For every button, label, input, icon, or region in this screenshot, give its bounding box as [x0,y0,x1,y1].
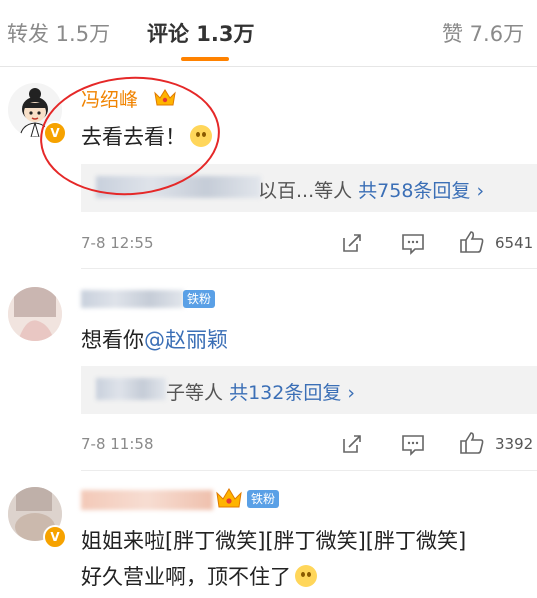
blurred-avatar-icon [8,287,62,341]
comment-text: 想看你@赵丽颖 [81,328,228,352]
thumbs-up-icon[interactable] [459,431,485,455]
blurred-username [81,490,213,510]
tab-repost[interactable]: 转发 1.5万 [7,18,110,48]
avatar[interactable] [8,287,62,341]
comment-text-line-1: 姐姐来啦[胖丁微笑][胖丁微笑][胖丁微笑] [81,529,467,553]
repost-icon[interactable] [341,433,363,455]
fan-badge: 铁粉 [183,290,216,308]
active-tab-indicator [181,57,229,61]
comment-icon[interactable] [401,233,425,255]
awkward-emoji-icon [295,565,317,587]
comment-time: 7-8 11:58 [81,435,154,453]
tab-like[interactable]: 赞 7.6万 [442,18,524,48]
like-count: 3392 [495,435,534,453]
like-count: 6541 [495,234,534,252]
verified-v-icon: V [43,525,67,549]
divider [81,470,537,471]
thumbs-up-icon[interactable] [459,230,485,254]
tab-comment[interactable]: 评论 1.3万 [147,18,255,48]
reply-count-link[interactable]: 共758条回复 › [358,180,484,202]
repost-icon[interactable] [341,232,363,254]
blurred-username [81,290,184,308]
comment-time: 7-8 12:55 [81,234,154,252]
divider [81,268,537,269]
tab-bar: 转发 1.5万 评论 1.3万 赞 7.6万 [0,0,537,67]
reply-preview[interactable]: 子等人 共132条回复 › [81,366,537,414]
comment-icon[interactable] [401,434,425,456]
reply-count-link[interactable]: 共132条回复 › [229,382,355,404]
mention-link[interactable]: @赵丽颖 [144,328,228,352]
fan-badge: 铁粉 [247,490,280,508]
blurred-usernames [96,378,166,400]
crown-icon [216,488,242,508]
comment-text-line-2: 好久营业啊，顶不住了 [81,561,317,591]
